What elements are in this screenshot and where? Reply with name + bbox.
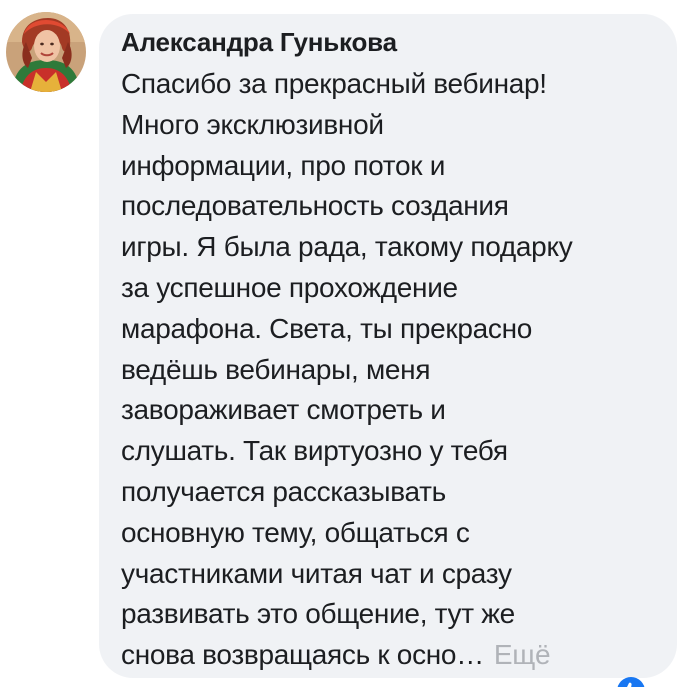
comment-line: получается рассказывать [121,475,446,507]
comment-line: снова возвращаясь к осно… [121,639,484,671]
comment-line: игры. Я была рада, такому подарку [121,231,573,263]
comment-line: Спасибо за прекрасный вебинар! [121,68,547,99]
like-reaction-icon[interactable] [617,677,645,687]
avatar[interactable] [6,12,86,92]
comment-last-line: снова возвращаясь к осно… Ещё [121,635,669,676]
comment-line: ведёшь вебинары, меня [121,353,431,385]
comment-line: завораживает смотреть и [121,394,446,426]
see-more-link[interactable]: Ещё [494,639,551,670]
comment-line: участниками читая чат и сразу [121,557,512,589]
comment-screenshot: Александра Гунькова Спасибо за прекрасны… [0,0,689,687]
comment-bubble: Александра Гунькова Спасибо за прекрасны… [99,14,677,678]
thumbs-up-icon [627,682,632,687]
comment-line: слушать. Так виртуозно у тебя [121,435,508,467]
comment-line: последовательность создания [121,190,509,222]
comment-line: за успешное прохождение [121,271,458,303]
comment-line: марафона. Света, ты прекрасно [121,312,532,344]
comment-line: Много эксклюзивной [121,108,384,140]
comment-text: Спасибо за прекрасный вебинар! Много экс… [121,64,669,676]
comment-line: развивать это общение, тут же [121,598,515,630]
comment-author[interactable]: Александра Гунькова [121,27,397,58]
comment-line: информации, про поток и [121,149,446,181]
comment-line: основную тему, общаться с [121,516,470,548]
avatar-photo-icon [6,12,86,92]
